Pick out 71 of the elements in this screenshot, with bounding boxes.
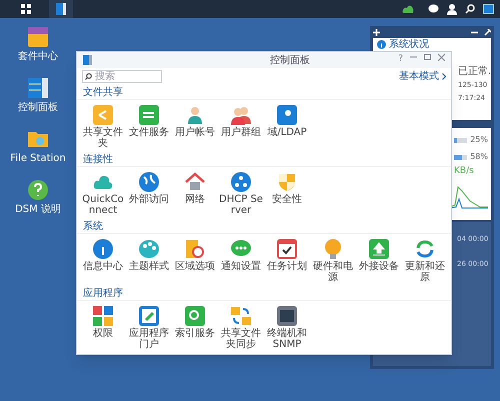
section-title: 应用程序 xyxy=(77,287,451,301)
panel-icon xyxy=(56,3,66,15)
control-panel-item[interactable]: 共享文件夹同步 xyxy=(219,328,263,350)
meter-reading: 58% xyxy=(470,151,488,163)
package-icon xyxy=(26,25,50,49)
main-menu-icon[interactable] xyxy=(21,4,31,14)
section-title: 连接性 xyxy=(77,153,451,167)
add-icon[interactable] xyxy=(373,29,380,36)
control-panel-item[interactable]: 通知设置 xyxy=(221,261,261,272)
control-panel-item[interactable]: 用户群组 xyxy=(221,127,261,138)
control-panel-item[interactable]: DHCP Server xyxy=(219,194,263,216)
control-panel-item[interactable]: 硬件和电源 xyxy=(311,261,355,283)
control-panel-item[interactable]: 索引服务 xyxy=(175,328,215,339)
chat-icon[interactable] xyxy=(428,4,439,14)
control-panel-item[interactable]: 网络 xyxy=(185,194,205,205)
status-line: 已正常. xyxy=(458,66,489,77)
info-icon xyxy=(92,238,114,260)
refresh-icon xyxy=(414,238,436,260)
taskbar-app-button[interactable] xyxy=(49,0,73,18)
close-icon[interactable] xyxy=(438,53,445,62)
search-field[interactable]: 搜索 xyxy=(82,70,162,83)
desktop-icon-label[interactable]: 套件中心 xyxy=(18,52,58,62)
control-panel-item[interactable]: 终端机和 SNMP xyxy=(265,328,309,350)
house-icon xyxy=(184,171,206,193)
control-panel-item[interactable]: 应用程序门户 xyxy=(127,328,171,350)
control-panel-item[interactable]: 主题样式 xyxy=(129,261,169,272)
control-panel-item[interactable]: 外部访问 xyxy=(129,194,169,205)
control-panel-item[interactable]: 区域选项 xyxy=(175,261,215,272)
section-title: 文件共享 xyxy=(77,86,451,100)
user-icon[interactable] xyxy=(447,4,457,14)
chevron-right-icon[interactable] xyxy=(442,73,446,80)
status-title: 系统状况 xyxy=(389,39,429,50)
light-bulb-icon xyxy=(322,238,344,260)
help-icon xyxy=(26,178,50,202)
cloud-icon[interactable] xyxy=(402,4,414,14)
app-icon xyxy=(83,55,92,65)
terminal-icon xyxy=(276,305,298,327)
control-panel-item[interactable]: 共享文件夹 xyxy=(81,127,125,149)
control-panel-item[interactable]: 任务计划 xyxy=(267,261,307,272)
grid-icon xyxy=(92,305,114,327)
search-icon[interactable] xyxy=(465,4,475,14)
control-panel-item[interactable]: 信息中心 xyxy=(83,261,123,272)
basic-mode-link[interactable]: 基本模式 xyxy=(399,69,439,84)
minimize-icon[interactable] xyxy=(471,29,478,36)
control-panel-item[interactable]: 文件服务 xyxy=(129,127,169,138)
meter-reading: 25% xyxy=(470,134,488,146)
control-panel-item[interactable]: 域/LDAP xyxy=(267,127,307,138)
control-panel-item[interactable]: 权限 xyxy=(93,328,113,339)
window-title: 控制面板 xyxy=(270,54,310,68)
speed-unit: KB/s xyxy=(454,165,475,178)
globe-icon xyxy=(138,171,160,193)
users-icon xyxy=(230,104,252,126)
maximize-icon[interactable] xyxy=(424,53,431,62)
desktop-icon-label[interactable]: File Station xyxy=(10,154,66,164)
desktop-icon-label[interactable]: 控制面板 xyxy=(18,103,58,113)
folder-sync-icon xyxy=(230,305,252,327)
palette-icon xyxy=(138,238,160,260)
panel-icon xyxy=(26,76,50,100)
upload-icon xyxy=(368,238,390,260)
pin-icon[interactable] xyxy=(484,29,491,36)
control-panel-item[interactable]: 安全性 xyxy=(272,194,302,205)
section-title: 系统 xyxy=(77,220,451,234)
search-icon xyxy=(85,73,92,80)
desktop-icon-label[interactable]: DSM 说明 xyxy=(15,205,61,215)
control-panel-item[interactable]: 更新和还原 xyxy=(403,261,447,283)
network-icon xyxy=(230,171,252,193)
shield-icon xyxy=(276,171,298,193)
control-panel-item[interactable]: QuickConnect xyxy=(81,194,125,216)
control-panel-item[interactable]: 外接设备 xyxy=(359,261,399,272)
control-panel-item[interactable]: 用户帐号 xyxy=(175,127,215,138)
calendar-check-icon xyxy=(276,238,298,260)
